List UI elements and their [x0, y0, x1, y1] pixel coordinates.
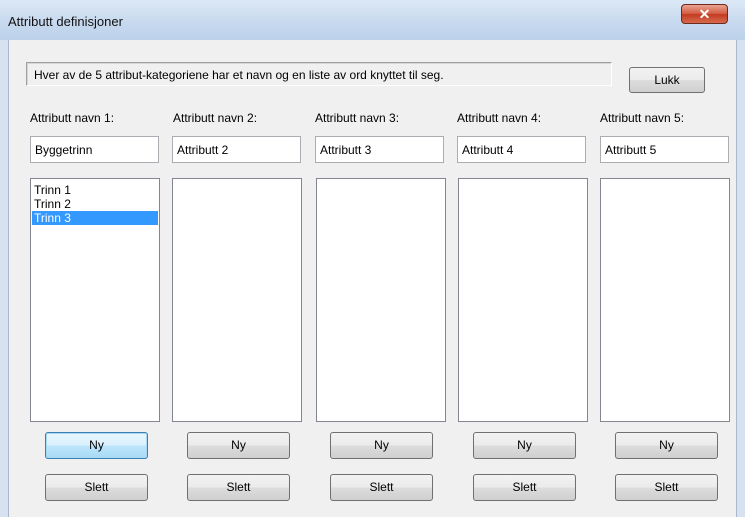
- window-border-right: [737, 40, 745, 517]
- attribute-name-field-3[interactable]: Attributt 3: [315, 136, 444, 163]
- attribute-name-value-1: Byggetrinn: [35, 143, 93, 157]
- title-bar[interactable]: Attributt definisjoner ✕: [0, 0, 745, 40]
- new-button-1[interactable]: Ny: [45, 432, 148, 459]
- new-button-3[interactable]: Ny: [330, 432, 433, 459]
- window-border-left: [0, 40, 8, 517]
- delete-button-4[interactable]: Slett: [473, 474, 576, 501]
- info-panel: Hver av de 5 attribut-kategoriene har et…: [26, 62, 612, 86]
- new-button-5[interactable]: Ny: [615, 432, 718, 459]
- attribute-word-list-4[interactable]: [458, 178, 588, 422]
- delete-button-2[interactable]: Slett: [187, 474, 290, 501]
- x-close-icon: ✕: [698, 6, 711, 22]
- delete-button-1[interactable]: Slett: [45, 474, 148, 501]
- new-button-2[interactable]: Ny: [187, 432, 290, 459]
- attribute-name-value-4: Attributt 4: [462, 143, 514, 157]
- attribute-name-label-3: Attributt navn 3:: [315, 111, 400, 125]
- delete-button-3[interactable]: Slett: [330, 474, 433, 501]
- new-button-4[interactable]: Ny: [473, 432, 576, 459]
- attribute-name-field-4[interactable]: Attributt 4: [457, 136, 586, 163]
- attribute-name-value-3: Attributt 3: [320, 143, 372, 157]
- attribute-word-list-2[interactable]: [172, 178, 302, 422]
- attribute-name-label-5: Attributt navn 5:: [600, 111, 685, 125]
- attribute-name-label-4: Attributt navn 4:: [457, 111, 542, 125]
- attribute-word-list-3[interactable]: [316, 178, 446, 422]
- list-item-selected[interactable]: Trinn 3: [32, 211, 158, 225]
- close-window-button[interactable]: ✕: [681, 4, 728, 24]
- window-title: Attributt definisjoner: [8, 14, 123, 29]
- attribute-name-field-2[interactable]: Attributt 2: [172, 136, 301, 163]
- list-item[interactable]: Trinn 2: [32, 197, 158, 211]
- info-text: Hver av de 5 attribut-kategoriene har et…: [34, 68, 444, 82]
- list-item[interactable]: Trinn 1: [32, 183, 158, 197]
- attribute-name-label-1: Attributt navn 1:: [30, 111, 115, 125]
- attribute-name-value-2: Attributt 2: [177, 143, 229, 157]
- dialog-window: Attributt definisjoner ✕ Hver av de 5 at…: [0, 0, 745, 517]
- attribute-word-list-5[interactable]: [600, 178, 730, 422]
- delete-button-5[interactable]: Slett: [615, 474, 718, 501]
- lukk-button[interactable]: Lukk: [629, 67, 705, 93]
- attribute-name-value-5: Attributt 5: [605, 143, 657, 157]
- attribute-name-field-1[interactable]: Byggetrinn: [30, 136, 159, 163]
- attribute-word-list-1[interactable]: Trinn 1 Trinn 2 Trinn 3: [30, 178, 160, 422]
- attribute-name-field-5[interactable]: Attributt 5: [600, 136, 729, 163]
- attribute-name-label-2: Attributt navn 2:: [173, 111, 258, 125]
